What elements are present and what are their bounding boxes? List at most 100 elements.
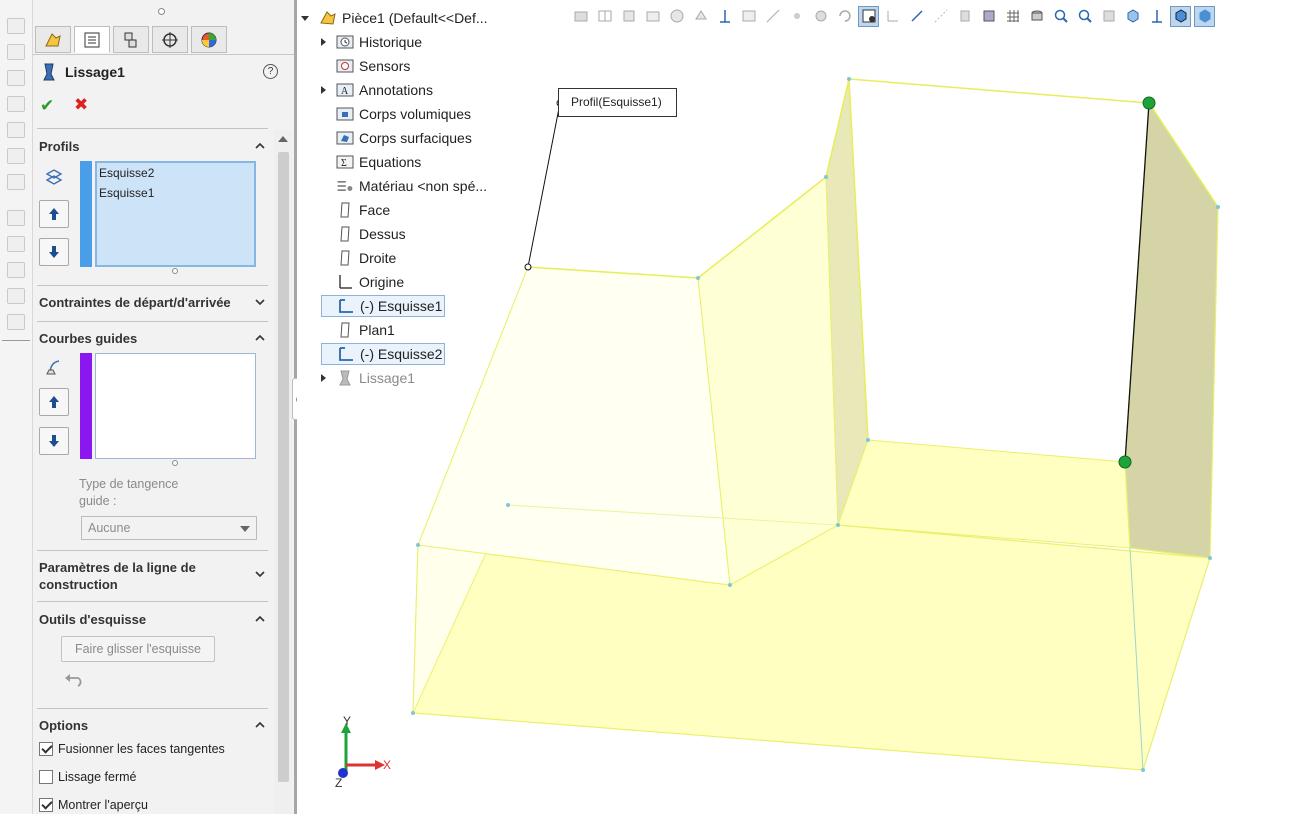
list-item[interactable]: Esquisse2 <box>97 163 254 183</box>
configuration-manager-tab[interactable] <box>113 26 149 53</box>
property-manager-scrollbar[interactable] <box>274 130 292 814</box>
zoom-area-icon[interactable] <box>594 6 615 27</box>
merge-tangent-faces-option[interactable]: Fusionner les faces tangentes <box>39 742 225 756</box>
strip-icon[interactable] <box>7 174 25 190</box>
dimxpert-tab[interactable] <box>152 26 188 53</box>
profiles-section-title[interactable]: Profils <box>39 139 79 154</box>
strip-icon[interactable] <box>7 44 25 60</box>
show-preview-checkbox[interactable] <box>39 798 53 812</box>
property-manager-tab[interactable] <box>74 26 110 53</box>
tree-item-corps-surfaciques[interactable]: Corps surfaciques <box>321 127 472 149</box>
tree-item-mat-riau-non-sp[interactable]: Matériau <non spé... <box>321 175 487 197</box>
tree-item-dessus[interactable]: Dessus <box>321 223 406 245</box>
tree-item-equations[interactable]: Σ Equations <box>321 151 421 173</box>
strip-icon[interactable] <box>7 122 25 138</box>
view-selector-icon[interactable] <box>978 6 999 27</box>
list-resize-grip[interactable] <box>172 268 178 274</box>
measure-icon[interactable] <box>882 6 903 27</box>
connector-point[interactable] <box>1142 96 1156 110</box>
closed-loft-checkbox[interactable] <box>39 770 53 784</box>
tree-item-lissage1[interactable]: Lissage1 <box>321 367 415 389</box>
zoom-to-fit-icon[interactable] <box>570 6 591 27</box>
expand-toggle-icon[interactable] <box>321 374 326 382</box>
origin-triad-icon[interactable] <box>714 6 735 27</box>
collapse-chevron-icon[interactable] <box>254 613 266 625</box>
collapse-chevron-icon[interactable] <box>254 140 266 152</box>
expand-toggle-icon[interactable] <box>321 86 326 94</box>
feature-manager-tab[interactable] <box>35 26 71 53</box>
panel-grip[interactable] <box>158 8 165 15</box>
line-icon[interactable] <box>762 6 783 27</box>
tree-item-plan1[interactable]: Plan1 <box>321 319 395 341</box>
profile-callout[interactable]: Profil(Esquisse1) <box>558 88 677 117</box>
profiles-list[interactable]: Esquisse2 Esquisse1 <box>95 161 256 267</box>
drag-sketch-button[interactable]: Faire glisser l'esquisse <box>61 636 215 662</box>
rotate-icon[interactable] <box>834 6 855 27</box>
lights-icon[interactable] <box>810 6 831 27</box>
scroll-up-arrow-icon[interactable] <box>278 136 288 142</box>
collapse-chevron-icon[interactable] <box>254 719 266 731</box>
expand-chevron-icon[interactable] <box>254 296 266 308</box>
show-preview-option[interactable]: Montrer l'aperçu <box>39 798 148 812</box>
strip-icon[interactable] <box>7 262 25 278</box>
scrollbar-thumb[interactable] <box>278 152 289 782</box>
origin-axis-icon[interactable] <box>1146 6 1167 27</box>
merge-tangent-faces-checkbox[interactable] <box>39 742 53 756</box>
tree-item-historique[interactable]: Historique <box>321 31 422 53</box>
strip-icon[interactable] <box>7 18 25 34</box>
render-icon[interactable] <box>1026 6 1047 27</box>
tree-item-corps-volumiques[interactable]: Corps volumiques <box>321 103 471 125</box>
help-button[interactable]: ? <box>263 64 278 79</box>
expand-toggle-icon[interactable] <box>301 15 309 21</box>
plane-view-icon[interactable] <box>954 6 975 27</box>
sketch-tools-section-title[interactable]: Outils d'esquisse <box>39 612 146 627</box>
tangency-type-select[interactable]: Aucune <box>81 516 257 540</box>
options-section-title[interactable]: Options <box>39 718 88 733</box>
tree-item-esquisse2[interactable]: (-) Esquisse2 <box>321 343 446 365</box>
strip-icon[interactable] <box>7 148 25 164</box>
display-manager-tab[interactable] <box>191 26 227 53</box>
tree-item-esquisse1[interactable]: (-) Esquisse1 <box>321 295 446 317</box>
undo-icon[interactable] <box>63 672 85 692</box>
guide-curves-list[interactable] <box>95 353 256 459</box>
expand-toggle-icon[interactable] <box>321 38 326 46</box>
move-down-button[interactable] <box>39 427 69 455</box>
guide-curves-section-title[interactable]: Courbes guides <box>39 331 137 346</box>
closed-loft-option[interactable]: Lissage fermé <box>39 770 137 784</box>
view-orientation-icon[interactable] <box>690 6 711 27</box>
strip-icon[interactable] <box>7 236 25 252</box>
strip-icon[interactable] <box>7 288 25 304</box>
collapse-chevron-icon[interactable] <box>254 332 266 344</box>
move-down-button[interactable] <box>39 238 69 266</box>
section-icon[interactable] <box>1098 6 1119 27</box>
zoom-icon[interactable] <box>1050 6 1071 27</box>
tree-item-annotations[interactable]: A Annotations <box>321 79 433 101</box>
shaded-icon[interactable] <box>1194 5 1215 27</box>
shaded-edges-icon[interactable] <box>1170 5 1191 27</box>
tree-root-part[interactable]: Pièce1 (Default<<Def... <box>301 7 488 29</box>
tree-item-sensors[interactable]: Sensors <box>321 55 410 77</box>
tree-item-droite[interactable]: Droite <box>321 247 396 269</box>
section-view-icon[interactable] <box>642 6 663 27</box>
strip-icon[interactable] <box>7 314 25 330</box>
zoom-window-icon[interactable] <box>1074 6 1095 27</box>
list-resize-grip[interactable] <box>172 460 178 466</box>
dynamic-annotation-icon[interactable] <box>666 6 687 27</box>
ok-button[interactable]: ✔ <box>40 96 54 116</box>
strip-icon[interactable] <box>7 96 25 112</box>
sketch-tool-icon[interactable] <box>906 6 927 27</box>
point-icon[interactable] <box>786 6 807 27</box>
connector-point[interactable] <box>1118 455 1132 469</box>
dimension-icon[interactable] <box>930 6 951 27</box>
expand-chevron-icon[interactable] <box>254 568 266 580</box>
move-up-button[interactable] <box>39 388 69 416</box>
strip-icon[interactable] <box>7 70 25 86</box>
tree-item-face[interactable]: Face <box>321 199 390 221</box>
cancel-button[interactable]: ✖ <box>74 95 88 115</box>
move-up-button[interactable] <box>39 200 69 228</box>
start-end-constraints-section-title[interactable]: Contraintes de départ/d'arrivée <box>39 295 231 310</box>
tree-item-origine[interactable]: Origine <box>321 271 404 293</box>
grid-icon[interactable] <box>1002 6 1023 27</box>
strip-icon[interactable] <box>7 210 25 226</box>
vertex-point[interactable] <box>524 263 532 271</box>
